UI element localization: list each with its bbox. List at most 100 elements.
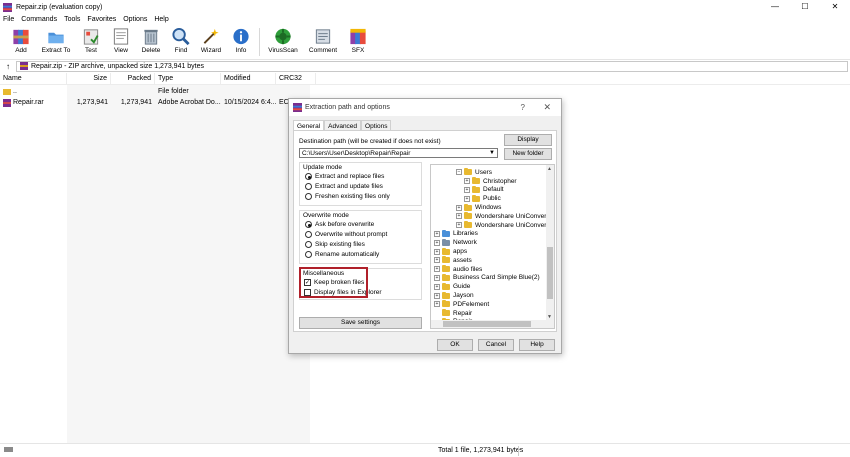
menu-tools[interactable]: Tools: [64, 16, 80, 23]
general-panel: Destination path (will be created if doe…: [293, 130, 557, 332]
tree-node[interactable]: + Jayson: [434, 291, 474, 300]
column-type[interactable]: Type: [155, 73, 221, 84]
info-button[interactable]: Info: [226, 25, 256, 54]
column-modified[interactable]: Modified: [221, 73, 276, 84]
column-size[interactable]: Size: [67, 73, 111, 84]
cancel-button[interactable]: Cancel: [478, 339, 514, 351]
address-bar: ↑ Repair.zip - ZIP archive, unpacked siz…: [0, 59, 850, 72]
delete-button[interactable]: Delete: [136, 25, 166, 54]
scroll-thumb-horizontal[interactable]: [443, 321, 531, 327]
new-folder-button[interactable]: New folder: [504, 148, 552, 160]
delete-icon: [144, 29, 158, 45]
menu-file[interactable]: File: [3, 16, 14, 23]
expand-icon[interactable]: +: [464, 186, 470, 193]
table-row[interactable]: Repair.rar 1,273,941 1,273,941 Adobe Acr…: [0, 97, 300, 108]
table-row[interactable]: .. File folder: [0, 86, 320, 97]
expand-icon[interactable]: +: [434, 301, 440, 308]
radio-selected[interactable]: [305, 173, 312, 180]
expand-icon[interactable]: +: [434, 239, 440, 246]
expand-icon[interactable]: +: [456, 204, 462, 211]
tree-node[interactable]: + Windows: [456, 203, 501, 212]
tree-node[interactable]: + Network: [434, 238, 477, 247]
zip-archive-icon: [20, 62, 28, 70]
radio-freshen-existing[interactable]: Freshen existing files only: [305, 193, 390, 200]
folder-tree[interactable]: − Users + Christopher + Default + Public + Window…: [430, 164, 555, 329]
expand-icon[interactable]: +: [464, 178, 470, 185]
tree-node[interactable]: + Public: [464, 194, 501, 203]
radio-rename-auto[interactable]: Rename automatically: [305, 251, 379, 258]
column-packed[interactable]: Packed: [111, 73, 155, 84]
test-button[interactable]: Test: [76, 25, 106, 54]
comment-button[interactable]: Comment: [303, 25, 343, 54]
view-button[interactable]: View: [106, 25, 136, 54]
radio-extract-replace[interactable]: Extract and replace files: [305, 173, 384, 180]
expand-icon[interactable]: +: [434, 274, 440, 281]
chevron-down-icon[interactable]: ▼: [489, 149, 495, 158]
tree-vertical-scrollbar[interactable]: ▲ ▼: [546, 165, 554, 321]
expand-icon[interactable]: +: [434, 266, 440, 273]
column-crc32[interactable]: CRC32: [276, 73, 316, 84]
info-icon: [233, 28, 249, 45]
menu-help[interactable]: Help: [154, 16, 168, 23]
expand-icon[interactable]: +: [434, 292, 440, 299]
find-button[interactable]: Find: [166, 25, 196, 54]
folder-icon: [442, 282, 450, 290]
tree-node[interactable]: + Libraries: [434, 229, 478, 239]
help-button[interactable]: Help: [519, 339, 555, 351]
dialog-close-button[interactable]: ✕: [543, 102, 551, 113]
collapse-icon[interactable]: −: [456, 169, 462, 176]
sfx-button[interactable]: SFX: [343, 25, 373, 54]
tree-node[interactable]: + PDFelement: [434, 300, 489, 309]
menu-favorites[interactable]: Favorites: [87, 16, 116, 23]
tree-node[interactable]: + Christopher: [464, 177, 517, 186]
status-drive-icon[interactable]: [0, 447, 20, 454]
find-icon: [172, 27, 190, 46]
dialog-help-button[interactable]: ?: [521, 103, 525, 112]
tree-node[interactable]: + Wondershare UniConverter 1: [456, 221, 554, 230]
display-button[interactable]: Display: [504, 134, 552, 146]
save-settings-button[interactable]: Save settings: [299, 317, 422, 329]
minimize-button[interactable]: —: [760, 0, 790, 14]
scroll-up-icon[interactable]: ▲: [547, 166, 552, 172]
radio-extract-update[interactable]: Extract and update files: [305, 183, 383, 190]
tree-horizontal-scrollbar[interactable]: [431, 320, 554, 328]
expand-icon[interactable]: +: [456, 222, 462, 229]
comment-icon: [315, 29, 331, 44]
tree-node[interactable]: + assets: [434, 256, 472, 265]
virusscan-button[interactable]: VirusScan: [263, 25, 303, 54]
menu-commands[interactable]: Commands: [21, 16, 57, 23]
tree-node[interactable]: + Default: [464, 185, 504, 195]
add-button[interactable]: Add: [6, 25, 36, 54]
close-button[interactable]: ✕: [820, 0, 850, 14]
folder-icon: [464, 203, 472, 211]
maximize-button[interactable]: ☐: [790, 0, 820, 14]
overwrite-mode-title: Overwrite mode: [303, 212, 349, 219]
tree-node[interactable]: + apps: [434, 247, 467, 256]
archive-path-field[interactable]: Repair.zip - ZIP archive, unpacked size …: [16, 60, 848, 72]
expand-icon[interactable]: +: [434, 283, 440, 290]
expand-icon[interactable]: +: [434, 257, 440, 264]
tree-node[interactable]: + audio files: [434, 265, 482, 274]
tree-node-label: apps: [453, 248, 468, 256]
expand-icon[interactable]: +: [434, 248, 440, 255]
column-name[interactable]: Name: [0, 73, 67, 84]
tree-node[interactable]: + Guide: [434, 282, 470, 291]
tree-node-label: audio files: [453, 265, 483, 273]
radio-overwrite-without-prompt[interactable]: Overwrite without prompt: [305, 231, 387, 238]
destination-path-combo[interactable]: C:\Users\User\Desktop\Repair\Repair ▼: [299, 148, 498, 158]
tree-node[interactable]: + Wondershare UniConverter 1: [456, 212, 554, 221]
up-folder-button[interactable]: ↑: [0, 62, 16, 71]
tree-node[interactable]: + Business Card Simple Blue(2): [434, 273, 540, 283]
expand-icon[interactable]: +: [434, 230, 440, 237]
scroll-thumb[interactable]: [547, 247, 553, 299]
ok-button[interactable]: OK: [437, 339, 473, 351]
wizard-button[interactable]: Wizard: [196, 25, 226, 54]
menu-options[interactable]: Options: [123, 16, 147, 23]
expand-icon[interactable]: +: [464, 195, 470, 202]
radio-ask-before[interactable]: Ask before overwrite: [305, 221, 374, 228]
radio-skip-existing[interactable]: Skip existing files: [305, 241, 365, 248]
extract-to-button[interactable]: Extract To: [36, 25, 76, 54]
expand-icon[interactable]: +: [456, 213, 462, 220]
tree-node[interactable]: − Users: [456, 168, 492, 177]
tree-node[interactable]: Repair: [434, 309, 472, 318]
